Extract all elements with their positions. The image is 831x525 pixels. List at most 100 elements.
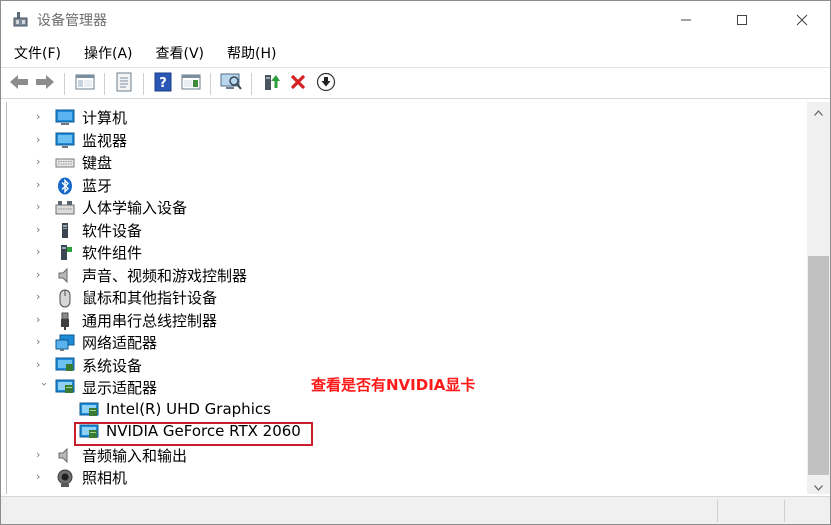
update-driver-button[interactable] [260, 73, 282, 95]
tree-item-label: 声音、视频和游戏控制器 [82, 267, 248, 285]
minimize-button[interactable] [658, 1, 714, 39]
toolbar-separator [210, 73, 211, 95]
tree-item-bluetooth[interactable]: › 蓝牙 [7, 174, 797, 196]
chevron-right-icon[interactable]: › [36, 201, 48, 213]
usb-icon [55, 312, 75, 330]
forward-button[interactable] [34, 73, 56, 95]
monitor-icon [55, 132, 75, 149]
vertical-scrollbar[interactable] [807, 102, 830, 494]
menu-help[interactable]: 帮助(H) [214, 41, 286, 65]
tree-item-audio-io[interactable]: › 音频输入和输出 [7, 444, 797, 466]
tree-item-keyboard[interactable]: › 键盘 [7, 151, 797, 173]
show-hide-console-tree-button[interactable] [74, 73, 96, 95]
tree-item-label: 软件组件 [82, 244, 143, 262]
forward-icon [35, 74, 55, 94]
tree-item-mouse[interactable]: › 鼠标和其他指针设备 [7, 286, 797, 308]
hid-icon [55, 199, 75, 216]
tree-item-label: 音频输入和输出 [82, 447, 188, 465]
tree-item-hid[interactable]: › 人体学输入设备 [7, 196, 797, 218]
help-icon: ? [154, 72, 172, 96]
scan-hardware-button[interactable] [220, 73, 242, 95]
tree-item-software-component[interactable]: › 软件组件 [7, 241, 797, 263]
speaker-icon [55, 267, 75, 284]
update-driver-icon [262, 72, 280, 96]
keyboard-icon [55, 154, 75, 171]
bluetooth-icon [55, 177, 75, 195]
chevron-right-icon[interactable]: › [36, 336, 48, 348]
scan-hardware-icon [220, 72, 242, 96]
title-bar: 设备管理器 [1, 1, 830, 39]
chevron-right-icon[interactable]: › [36, 314, 48, 326]
tree-item-camera[interactable]: › 照相机 [7, 466, 797, 488]
tree-item-label: 计算机 [82, 109, 128, 127]
menu-action[interactable]: 操作(A) [71, 41, 143, 65]
chevron-right-icon[interactable]: › [36, 471, 48, 483]
close-icon [796, 11, 808, 30]
close-button[interactable] [774, 1, 830, 39]
tree-item-label: 人体学输入设备 [82, 199, 188, 217]
maximize-button[interactable] [714, 1, 770, 39]
mouse-icon [55, 289, 75, 308]
chevron-right-icon[interactable]: › [36, 449, 48, 461]
scroll-up-button[interactable] [807, 102, 830, 119]
chevron-right-icon[interactable]: › [36, 246, 48, 258]
display-adapter-icon [79, 402, 99, 419]
tree-item-label: 监视器 [82, 132, 128, 150]
properties-button[interactable] [113, 72, 135, 95]
chevron-right-icon[interactable]: › [36, 224, 48, 236]
menu-file[interactable]: 文件(F) [1, 41, 71, 65]
tree-item-label: 显示适配器 [82, 379, 158, 397]
camera-icon [55, 469, 75, 487]
window-title: 设备管理器 [37, 13, 107, 29]
tree-item-label: 网络适配器 [82, 334, 158, 352]
disable-device-button[interactable] [315, 72, 337, 95]
uninstall-device-button[interactable] [287, 73, 309, 95]
chevron-right-icon[interactable]: › [36, 179, 48, 191]
chevron-right-icon[interactable]: › [36, 291, 48, 303]
action-pane-icon [181, 73, 201, 95]
chevron-right-icon[interactable]: › [36, 134, 48, 146]
tree-item-software-device[interactable]: › 软件设备 [7, 219, 797, 241]
speaker-icon [55, 447, 75, 464]
tree-item-intel-uhd[interactable]: Intel(R) UHD Graphics [7, 399, 797, 421]
tree-item-system-device[interactable]: › 系统设备 [7, 354, 797, 376]
chevron-down-icon [814, 476, 823, 495]
minimize-icon [680, 11, 692, 30]
status-bar-separator [717, 500, 718, 522]
tree-item-label: 照相机 [82, 469, 128, 487]
tree-item-usb[interactable]: › 通用串行总线控制器 [7, 309, 797, 331]
computer-icon [55, 109, 75, 126]
software-component-icon [55, 244, 75, 261]
tree-item-label: 蓝牙 [82, 177, 113, 195]
menu-view[interactable]: 查看(V) [143, 41, 215, 65]
tree-item-label: Intel(R) UHD Graphics [106, 400, 271, 418]
device-manager-icon [12, 11, 29, 28]
tree-item-label: 系统设备 [82, 357, 143, 375]
tree-item-label: 通用串行总线控制器 [82, 312, 218, 330]
chevron-down-icon[interactable]: › [38, 382, 51, 394]
tree-item-label: 软件设备 [82, 222, 143, 240]
menu-bar: 文件(F) 操作(A) 查看(V) 帮助(H) [1, 41, 830, 65]
back-button[interactable] [8, 73, 30, 95]
tree-item-computer[interactable]: › 计算机 [7, 106, 797, 128]
nvidia-highlight-box [74, 422, 313, 446]
tree-item-label: 鼠标和其他指针设备 [82, 289, 218, 307]
chevron-right-icon[interactable]: › [36, 111, 48, 123]
svg-text:?: ? [159, 76, 167, 91]
system-device-icon [55, 357, 75, 374]
help-button[interactable]: ? [152, 72, 174, 96]
toolbar-separator [104, 73, 105, 95]
tree-item-network-adapter[interactable]: › 网络适配器 [7, 331, 797, 353]
action-pane-button[interactable] [180, 73, 202, 95]
annotation-text: 查看是否有NVIDIA显卡 [311, 376, 476, 394]
chevron-right-icon[interactable]: › [36, 359, 48, 371]
chevron-right-icon[interactable]: › [36, 156, 48, 168]
maximize-icon [736, 11, 748, 30]
chevron-right-icon[interactable]: › [36, 269, 48, 281]
status-bar-separator [784, 500, 785, 522]
tree-item-monitor[interactable]: › 监视器 [7, 129, 797, 151]
show-hide-console-tree-icon [75, 73, 95, 95]
scroll-thumb[interactable] [808, 256, 829, 475]
scroll-down-button[interactable] [807, 477, 830, 494]
tree-item-sound-video-game[interactable]: › 声音、视频和游戏控制器 [7, 264, 797, 286]
